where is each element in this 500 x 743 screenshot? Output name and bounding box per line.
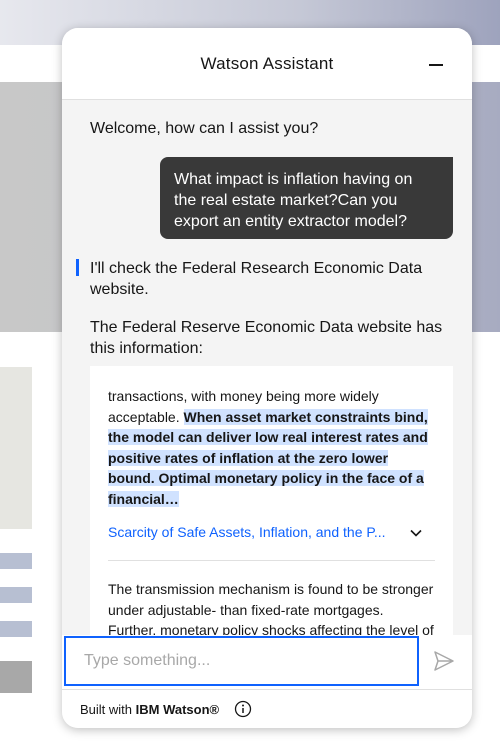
result-snippet: transactions, with money being more wide… [108,386,435,509]
send-icon[interactable] [432,649,456,673]
message-input[interactable] [64,636,419,686]
footer-built-with: Built with [80,702,136,717]
status-indicator [76,259,79,276]
result-snippet-2: The transmission mechanism is found to b… [108,581,434,638]
status-message: I'll check the Federal Research Economic… [90,260,423,298]
background-card [0,367,32,529]
background-bar [0,553,32,569]
input-area [62,635,472,689]
footer-brand: IBM Watson® [135,702,220,717]
user-message: What impact is inflation having on the r… [160,157,453,239]
welcome-message: Welcome, how can I assist you? [90,120,319,137]
chat-header: Watson Assistant [62,28,472,100]
background-block [0,661,32,693]
result-divider [108,560,435,561]
info-icon[interactable] [234,700,252,718]
search-results-card: transactions, with money being more wide… [90,366,453,640]
footer-text: Built with IBM Watson® [80,702,219,717]
background-bar [0,587,32,603]
chevron-down-icon[interactable] [409,526,423,540]
message-list: Welcome, how can I assist you? What impa… [62,100,472,640]
result-link-row: Scarcity of Safe Assets, Inflation, and … [108,524,435,548]
chat-title: Watson Assistant [200,54,334,73]
minimize-icon[interactable] [428,56,444,72]
assistant-message: The Federal Reserve Economic Data websit… [90,319,443,357]
background-bar [0,621,32,637]
chat-footer: Built with IBM Watson® [62,689,472,728]
chat-widget: Watson Assistant Welcome, how can I assi… [62,28,472,728]
result-link[interactable]: Scarcity of Safe Assets, Inflation, and … [108,524,388,540]
